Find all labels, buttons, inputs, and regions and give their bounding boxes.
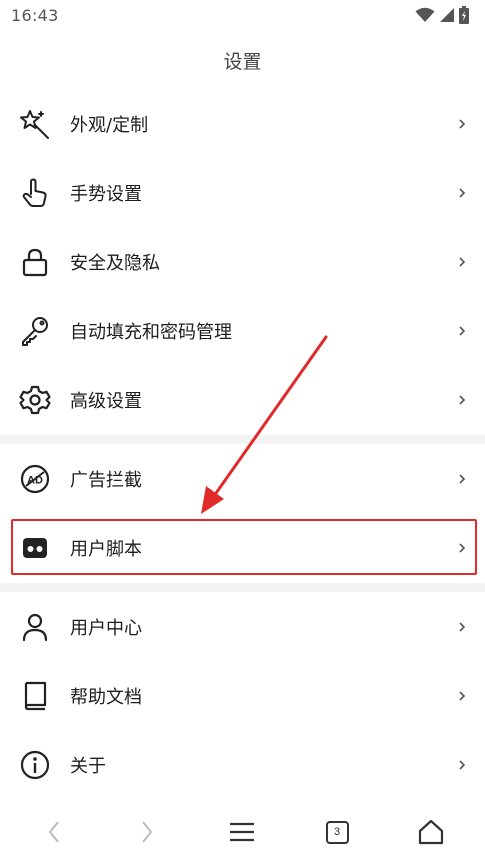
group-separator [0,583,485,592]
menu-icon [230,822,254,842]
settings-item-label: 外观/定制 [70,114,149,136]
home-button[interactable] [413,814,449,850]
forward-button[interactable] [129,814,165,850]
info-icon [19,749,51,781]
settings-item-label: 安全及隐私 [70,252,160,274]
wifi-icon [415,7,435,22]
back-button[interactable] [36,814,72,850]
settings-item-autofill[interactable]: 自动填充和密码管理 [0,296,485,365]
settings-item-help[interactable]: 帮助文档 [0,661,485,730]
book-icon [19,680,51,712]
signal-icon [440,8,454,22]
svg-text:AD: AD [27,474,43,486]
hand-pointer-icon [19,177,51,209]
tabs-button[interactable]: 3 [319,814,355,850]
ad-block-icon: AD [19,463,51,495]
settings-item-label: 帮助文档 [70,686,142,708]
settings-item-label: 手势设置 [70,183,142,205]
menu-button[interactable] [224,814,260,850]
back-icon [48,821,59,843]
chevron-right-icon [459,325,466,336]
settings-item-user-center[interactable]: 用户中心 [0,592,485,661]
lock-icon [19,246,51,278]
chevron-right-icon [459,187,466,198]
bottom-nav-bar: 3 [0,800,485,862]
chevron-right-icon [459,621,466,632]
chevron-right-icon [459,690,466,701]
magic-wand-icon [19,108,51,140]
chevron-right-icon [459,118,466,129]
forward-icon [142,821,153,843]
settings-screen: 16:43 设置 外观/定制 手势设置 安全及隐私 自动填充和密码管理 高级设置… [0,0,485,862]
home-icon [418,819,444,845]
status-bar: 16:43 [0,0,485,32]
battery-icon [459,6,469,24]
settings-item-about[interactable]: 关于 [0,730,485,799]
chevron-right-icon [459,473,466,484]
status-time: 16:43 [11,6,59,25]
settings-item-label: 高级设置 [70,390,142,412]
key-icon [19,315,51,347]
settings-item-security[interactable]: 安全及隐私 [0,227,485,296]
settings-item-gestures[interactable]: 手势设置 [0,158,485,227]
chevron-right-icon [459,256,466,267]
group-separator [0,435,485,444]
settings-item-label: 用户中心 [70,617,142,639]
highlight-box [11,519,477,575]
person-icon [19,611,51,643]
settings-item-advanced[interactable]: 高级设置 [0,365,485,434]
settings-item-label: 自动填充和密码管理 [70,321,232,343]
status-icons [415,5,469,25]
chevron-right-icon [459,759,466,770]
gear-icon [19,384,51,416]
page-title: 设置 [223,51,262,73]
settings-item-label: 广告拦截 [70,469,142,491]
chevron-right-icon [459,394,466,405]
settings-item-appearance[interactable]: 外观/定制 [0,89,485,158]
settings-item-adblock[interactable]: AD 广告拦截 [0,444,485,513]
settings-item-label: 关于 [70,755,106,777]
tabs-icon: 3 [325,820,349,844]
